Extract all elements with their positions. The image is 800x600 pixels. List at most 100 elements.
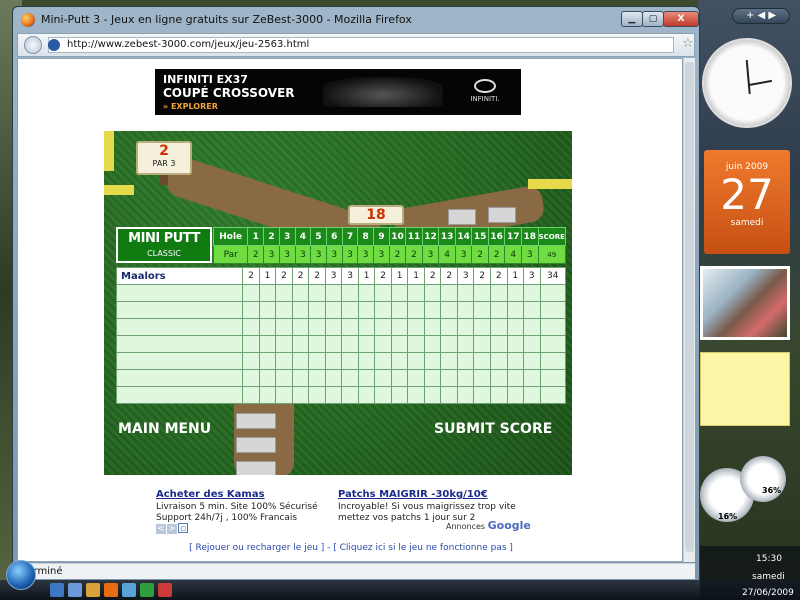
taskbar [0, 580, 800, 600]
taskbar-app-icon[interactable] [68, 583, 82, 597]
tray-weekday: samedi [752, 572, 785, 582]
player-row: Maalors 2 1 2 2 2 3 3 1 2 1 1 2 2 3 2 2 1 3 34 [115, 267, 567, 285]
player-total-score: 34 [539, 267, 567, 285]
taskbar-app-icon[interactable] [140, 583, 154, 597]
page-content: INFINITI EX37 COUPÉ CROSSOVER » EXPLORER… [17, 58, 683, 562]
course-edge [104, 185, 134, 195]
player-hole-score [456, 318, 475, 336]
back-button[interactable] [24, 36, 42, 54]
player-hole-score [275, 352, 293, 370]
player-hole-score [242, 386, 260, 404]
ad-prev-icon[interactable]: < [156, 524, 166, 534]
player-hole-score [423, 335, 442, 353]
close-button[interactable]: X [663, 11, 699, 27]
stepping-stone [236, 461, 276, 475]
player-hole-score [506, 284, 525, 302]
player-total-score [539, 318, 567, 336]
game-links[interactable]: [ Rejouer ou recharger le jeu ] - [ Cliq… [18, 543, 682, 553]
car-image [323, 77, 443, 107]
player-hole-score [374, 318, 392, 336]
start-button[interactable] [6, 560, 36, 590]
player-hole-score [242, 318, 260, 336]
text-ad-1[interactable]: Acheter des Kamas Livraison 5 min. Site … [156, 489, 326, 524]
player-hole-score [440, 369, 458, 387]
slideshow-gadget-photo[interactable] [700, 266, 790, 340]
player-hole-score: 3 [341, 267, 359, 285]
player-hole-score [357, 352, 376, 370]
taskbar-app-icon[interactable] [122, 583, 136, 597]
ad-banner[interactable]: INFINITI EX37 COUPÉ CROSSOVER » EXPLORER… [155, 69, 521, 115]
player-hole-score [523, 335, 541, 353]
player-hole-score [523, 301, 541, 319]
player-hole-score [291, 284, 310, 302]
hole-par: 2 [405, 245, 423, 264]
ad-next-icon[interactable]: > [167, 524, 177, 534]
player-hole-score [341, 301, 359, 319]
player-hole-score [473, 318, 491, 336]
cpu-meter-gadget: 16% 36% [700, 456, 790, 526]
player-hole-score [341, 318, 359, 336]
player-hole-score [357, 318, 376, 336]
minimize-button[interactable]: ▁ [621, 11, 643, 27]
main-menu-button[interactable]: MAIN MENU [118, 421, 211, 437]
player-hole-score [374, 335, 392, 353]
tray-time[interactable]: 15:30 [756, 554, 782, 564]
taskbar-app-icon[interactable] [50, 583, 64, 597]
player-hole-score [308, 301, 326, 319]
player-hole-score [324, 352, 343, 370]
bookmark-star-icon[interactable]: ☆ [682, 37, 694, 51]
taskbar-app-icon[interactable] [104, 583, 118, 597]
mini-putt-logo: MINI PUTT CLASSIC [116, 227, 212, 263]
player-hole-score [275, 318, 293, 336]
score-header: Hole 1 2 3 4 5 6 7 8 9 10 11 12 13 14 15 16 17 18 SCORE Pa… [212, 227, 566, 264]
hole-par: 3 [341, 245, 359, 264]
address-bar[interactable]: http://www.zebest-3000.com/jeux/jeu-2563… [48, 37, 674, 53]
cpu-percent: 16% [718, 512, 738, 521]
sticky-note-gadget[interactable] [700, 352, 790, 426]
player-hole-score [506, 386, 525, 404]
taskbar-app-icon[interactable] [86, 583, 100, 597]
scrollbar-thumb[interactable] [685, 62, 694, 552]
taskbar-app-icon[interactable] [158, 583, 172, 597]
calendar-weekday: samedi [730, 218, 764, 228]
player-hole-score [357, 335, 376, 353]
player-hole-score [473, 335, 491, 353]
par-total: 49 [537, 245, 566, 264]
game-canvas[interactable]: 2 PAR 3 18 MINI PUTT CLASSIC Hole 123456… [104, 131, 572, 475]
ad2-title[interactable]: Patchs MAIGRIR -30kg/10€ [338, 489, 528, 500]
player-name: Maalors [115, 267, 244, 285]
player-hole-score [489, 386, 508, 404]
player-hole-score [456, 301, 475, 319]
player-total-score [539, 352, 567, 370]
hole-par: 4 [438, 245, 456, 264]
ad-info-icon[interactable]: ▫ [178, 523, 188, 534]
maximize-button[interactable]: ▢ [642, 11, 664, 27]
player-hole-score [258, 335, 277, 353]
ad1-title[interactable]: Acheter des Kamas [156, 489, 326, 500]
player-hole-score [308, 352, 326, 370]
system-tray: 15:30 samedi 27/06/2009 [700, 546, 800, 600]
hole-par: 2 [487, 245, 506, 264]
title-bar[interactable]: Mini-Putt 3 - Jeux en ligne gratuits sur… [13, 7, 699, 33]
hole-number: 8 [357, 227, 375, 246]
infiniti-logo-icon [474, 79, 496, 93]
ad2-line1: Incroyable! Si vous maigrissez trop vite [338, 502, 516, 512]
gadget-controls[interactable]: + ◀ ▶ [732, 8, 790, 24]
player-hole-score [423, 301, 442, 319]
player-hole-score [423, 318, 442, 336]
hole-number: 4 [294, 227, 312, 246]
player-hole-score [242, 335, 260, 353]
player-hole-score [489, 369, 508, 387]
player-row [115, 301, 567, 319]
ads-by-google[interactable]: Annonces Google [446, 519, 531, 532]
scorecard: MINI PUTT CLASSIC Hole 1 2 3 4 5 6 7 8 9 10 11 12 13… [115, 227, 567, 413]
player-hole-score [291, 352, 310, 370]
player-hole-score [407, 301, 425, 319]
vertical-scrollbar[interactable] [683, 58, 695, 562]
hole-par: 3 [373, 245, 390, 264]
submit-score-button[interactable]: SUBMIT SCORE [434, 421, 552, 437]
player-hole-score [357, 386, 376, 404]
banner-cta[interactable]: » EXPLORER [163, 102, 218, 111]
course-edge [104, 131, 114, 171]
player-total-score [539, 369, 567, 387]
